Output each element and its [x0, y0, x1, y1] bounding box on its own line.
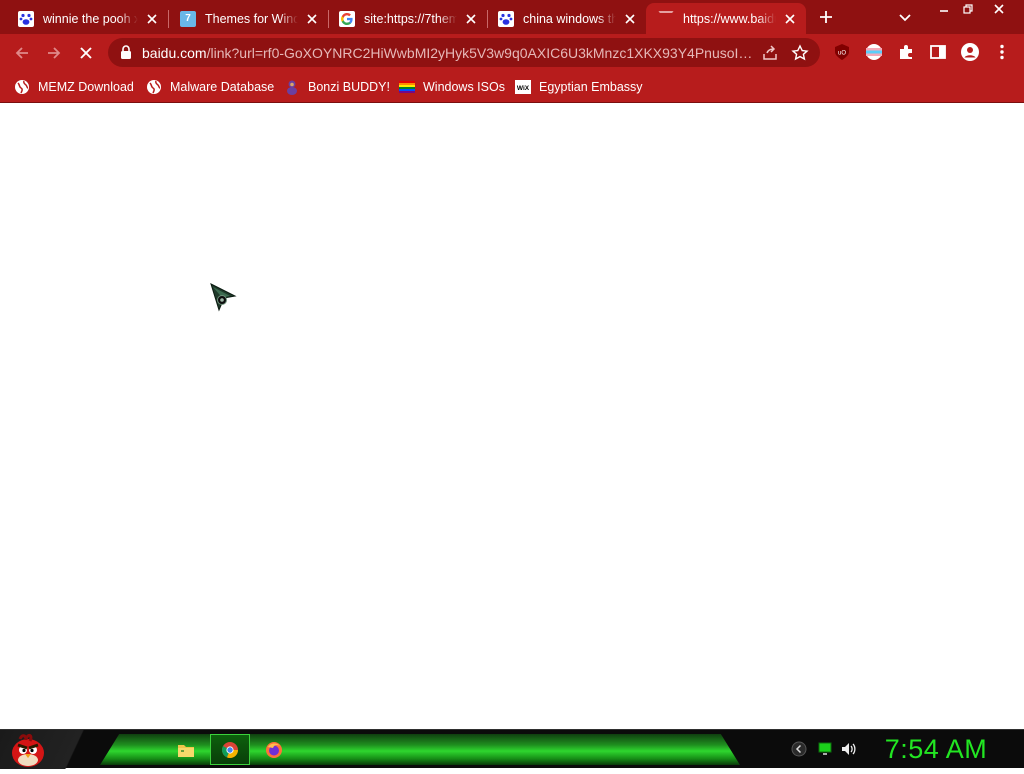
bookmark-star-icon[interactable] [790, 43, 810, 63]
lock-icon [120, 45, 132, 59]
bookmark-malware-database[interactable]: Malware Database [146, 76, 274, 98]
flag-icon[interactable] [864, 42, 884, 62]
tab-search-button[interactable] [896, 8, 914, 26]
close-icon[interactable] [304, 11, 320, 27]
tab-title: winnie the pooh x [43, 11, 138, 26]
address-bar[interactable]: baidu.com/link?url=rf0-GoXOYNRC2HiWwbMI2… [108, 38, 820, 67]
baidu-paw-icon [18, 10, 34, 27]
firefox-icon [266, 741, 282, 758]
taskbar: 7:54 AM [0, 729, 1024, 769]
url-host: baidu.com [142, 45, 207, 61]
tab-baidu-active[interactable]: https://www.baidu.com [646, 3, 806, 34]
tab-china-windows[interactable]: china windows theme [486, 3, 646, 34]
7themes-icon: 7 [180, 10, 196, 27]
forward-button[interactable] [42, 41, 66, 65]
close-icon[interactable] [622, 11, 638, 27]
url-path: /link?url=rf0-GoXOYNRC2HiWwbMI2yHyk5V3w9… [206, 45, 754, 61]
globe-icon [14, 79, 30, 95]
tray-chevron-icon[interactable] [790, 740, 808, 758]
taskbar-chrome-button[interactable] [210, 734, 250, 765]
bookmark-label: Egyptian Embassy [539, 80, 643, 94]
close-window-button[interactable] [982, 0, 1016, 17]
stop-button[interactable] [74, 41, 98, 65]
bookmark-label: Bonzi BUDDY! [308, 80, 390, 94]
tab-title: Themes for Windows [205, 11, 298, 26]
menu-icon[interactable] [992, 42, 1012, 62]
ublock-icon[interactable]: uO [832, 42, 852, 62]
tray-volume-icon[interactable] [840, 740, 858, 758]
bookmarks-bar: MEMZ Download Malware Database Bonzi BUD… [0, 71, 1024, 103]
bonzi-icon [284, 79, 300, 95]
svg-text:WiX: WiX [517, 85, 530, 92]
back-button[interactable] [10, 41, 34, 65]
tab-title: https://www.baidu.com [683, 11, 776, 26]
sidepanel-icon[interactable] [928, 42, 948, 62]
rainbow-flag-icon [399, 79, 415, 95]
busy-cursor-icon [208, 283, 238, 315]
taskbar-explorer-button[interactable] [166, 734, 206, 765]
start-button-angry-bird-icon[interactable] [8, 731, 48, 769]
baidu-paw-icon [498, 10, 514, 27]
close-icon[interactable] [782, 11, 798, 27]
bookmark-memz[interactable]: MEMZ Download [14, 76, 134, 98]
chrome-icon [222, 741, 238, 758]
google-icon [339, 10, 355, 27]
puzzle-icon[interactable] [896, 42, 916, 62]
toolbar: baidu.com/link?url=rf0-GoXOYNRC2HiWwbMI2… [0, 34, 1024, 71]
tab-strip: winnie the pooh x 7 Themes for Windows s… [0, 0, 1024, 34]
globe-icon [146, 79, 162, 95]
share-icon[interactable] [760, 43, 780, 63]
taskbar-firefox-button[interactable] [254, 734, 294, 765]
taskbar-clock[interactable]: 7:54 AM [880, 732, 992, 766]
explorer-icon [178, 744, 194, 757]
profile-icon[interactable] [960, 42, 980, 62]
url-text: baidu.com/link?url=rf0-GoXOYNRC2HiWwbMI2… [142, 45, 754, 61]
loading-spinner-icon [658, 10, 674, 27]
tab-google-search[interactable]: site:https://7themes [327, 3, 487, 34]
tab-title: site:https://7themes [364, 11, 457, 26]
restore-button[interactable] [952, 0, 983, 17]
bookmark-egyptian-embassy[interactable]: WiX Egyptian Embassy [515, 76, 643, 98]
bookmark-label: MEMZ Download [38, 80, 134, 94]
bookmark-bonzi-buddy[interactable]: Bonzi BUDDY! [284, 76, 390, 98]
tab-winnie[interactable]: winnie the pooh x [6, 3, 168, 34]
tab-themes[interactable]: 7 Themes for Windows [168, 3, 328, 34]
tab-title: china windows theme [523, 11, 616, 26]
tray-network-icon[interactable] [816, 740, 834, 758]
svg-text:uO: uO [838, 51, 846, 57]
close-icon[interactable] [463, 11, 479, 27]
bookmark-label: Windows ISOs [423, 80, 505, 94]
new-tab-button[interactable] [814, 6, 838, 28]
page-content[interactable] [0, 103, 1024, 729]
close-icon[interactable] [144, 11, 160, 27]
wix-icon: WiX [515, 79, 531, 95]
bookmark-windows-isos[interactable]: Windows ISOs [399, 76, 505, 98]
bookmark-label: Malware Database [170, 80, 275, 94]
